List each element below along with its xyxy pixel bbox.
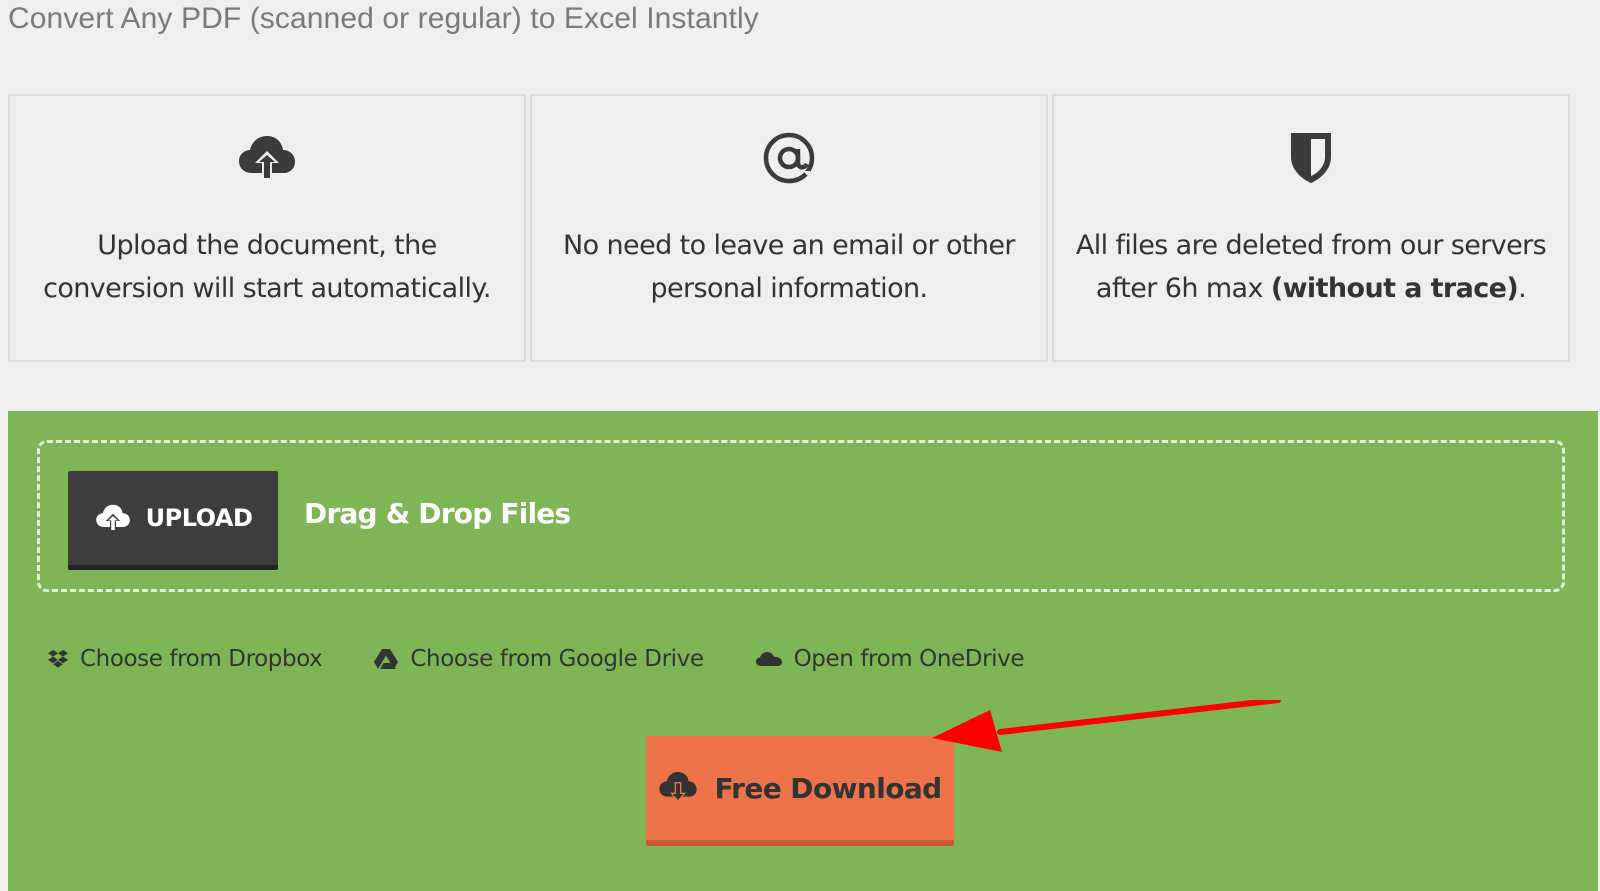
upload-button-label: UPLOAD <box>145 504 253 532</box>
free-download-label: Free Download <box>714 771 942 805</box>
cloud-upload-icon <box>235 126 299 190</box>
feature-card-privacy: No need to leave an email or other perso… <box>530 94 1048 362</box>
feature-text-upload: Upload the document, the conversion will… <box>43 230 491 304</box>
dropbox-link[interactable]: Choose from Dropbox <box>48 646 323 672</box>
google-drive-icon <box>374 649 399 669</box>
upload-button[interactable]: UPLOAD <box>68 471 278 570</box>
onedrive-link-label: Open from OneDrive <box>793 646 1025 672</box>
feature-card-security: All files are deleted from our servers a… <box>1052 94 1570 362</box>
drag-drop-label: Drag & Drop Files <box>304 497 571 530</box>
at-sign-icon <box>757 126 821 190</box>
onedrive-icon <box>755 651 782 667</box>
onedrive-link[interactable]: Open from OneDrive <box>755 646 1025 672</box>
google-drive-link-label: Choose from Google Drive <box>410 646 704 672</box>
cloud-sources: Choose from Dropbox Choose from Google D… <box>48 639 1076 679</box>
feature-text-privacy: No need to leave an email or other perso… <box>563 230 1015 304</box>
cloud-download-icon <box>658 771 698 805</box>
feature-text-security: All files are deleted from our servers a… <box>1075 230 1547 304</box>
dropbox-icon <box>48 650 68 668</box>
page-title: Convert Any PDF (scanned or regular) to … <box>8 2 759 35</box>
feature-text-emphasis: (without a trace) <box>1270 273 1519 304</box>
shield-icon <box>1279 126 1343 190</box>
cloud-upload-icon <box>94 503 132 533</box>
upload-panel: UPLOAD Drag & Drop Files Choose from Dro… <box>8 411 1598 891</box>
features-row: Upload the document, the conversion will… <box>8 94 1598 366</box>
google-drive-link[interactable]: Choose from Google Drive <box>374 646 704 672</box>
free-download-button[interactable]: Free Download <box>646 736 954 846</box>
dropbox-link-label: Choose from Dropbox <box>80 646 323 672</box>
feature-card-upload: Upload the document, the conversion will… <box>8 94 526 362</box>
